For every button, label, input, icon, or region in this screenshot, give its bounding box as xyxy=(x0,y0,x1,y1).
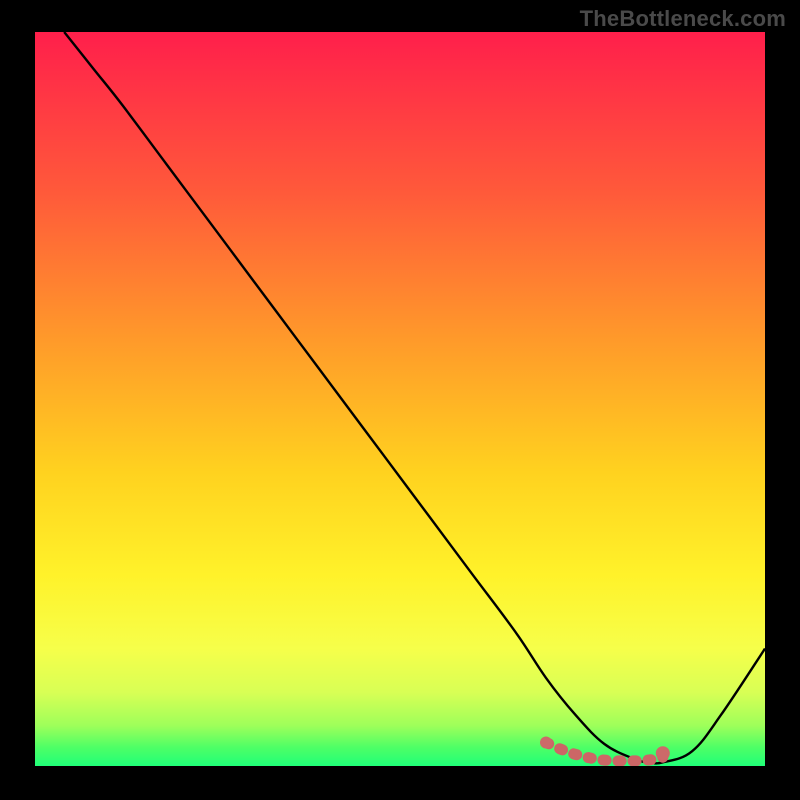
watermark-text: TheBottleneck.com xyxy=(580,6,786,32)
highlight-start-dot xyxy=(540,737,552,749)
chart-stage: TheBottleneck.com xyxy=(0,0,800,800)
gradient-plot-area xyxy=(35,32,765,766)
highlight-end-dot xyxy=(656,746,670,760)
chart-svg xyxy=(0,0,800,800)
